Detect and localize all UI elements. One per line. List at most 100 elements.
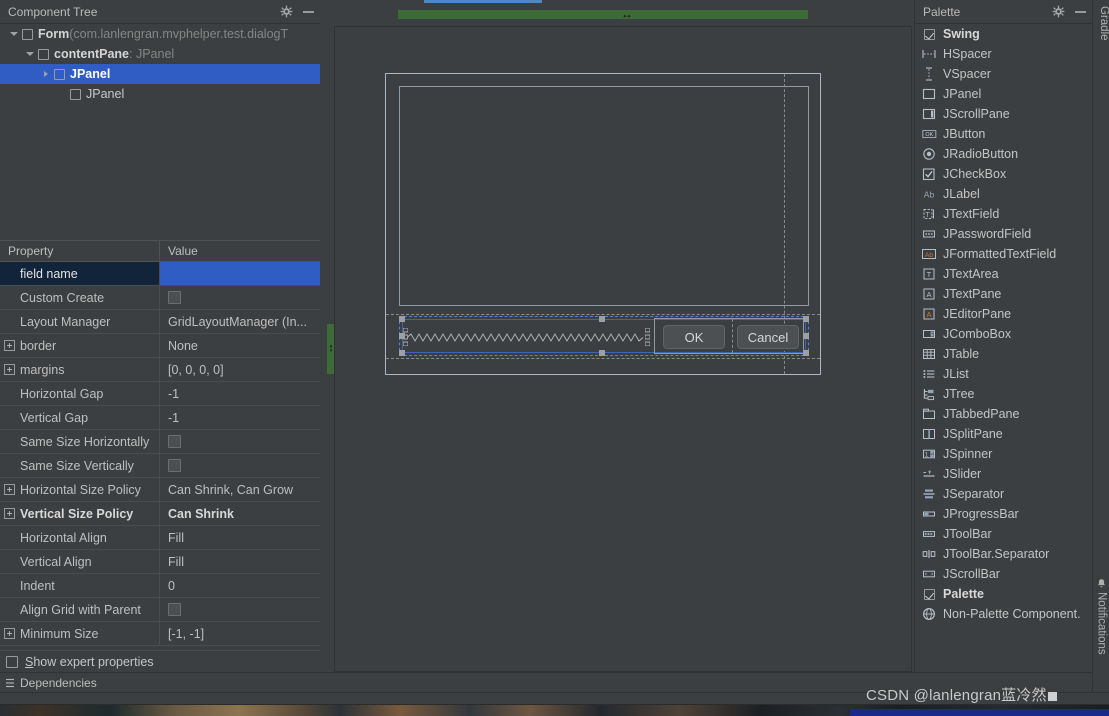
property-value-cell[interactable]: Fill xyxy=(160,550,320,573)
expand-plus-icon[interactable] xyxy=(4,340,15,351)
minimize-icon[interactable] xyxy=(1075,6,1086,17)
tree-node-jpanel-selected[interactable]: JPanel xyxy=(0,64,320,84)
resize-handle[interactable] xyxy=(803,333,809,339)
palette-item-jcheckbox[interactable]: JCheckBox xyxy=(915,164,1093,184)
cancel-button[interactable]: Cancel xyxy=(737,325,799,349)
property-value-cell[interactable]: [0, 0, 0, 0] xyxy=(160,358,320,381)
palette-group-palette[interactable]: Palette xyxy=(915,584,1093,604)
expand-plus-icon[interactable] xyxy=(4,508,15,519)
palette-item-jformattedtextfield[interactable]: Ab JFormattedTextField xyxy=(915,244,1093,264)
palette-item-jtextpane[interactable]: A JTextPane xyxy=(915,284,1093,304)
palette-item-jpanel[interactable]: JPanel xyxy=(915,84,1093,104)
tree-node-checkbox[interactable] xyxy=(22,28,33,40)
property-value-editor[interactable] xyxy=(160,262,320,285)
component-tree-body[interactable]: Form (com.lanlengran.mvphelper.test.dial… xyxy=(0,24,320,239)
chevron-down-icon[interactable] xyxy=(22,44,38,64)
property-value-cell[interactable]: Can Shrink xyxy=(160,502,320,525)
tree-node-checkbox[interactable] xyxy=(38,48,49,60)
palette-item-jsplitpane[interactable]: JSplitPane xyxy=(915,424,1093,444)
palette-item-jscrollbar[interactable]: JScrollBar xyxy=(915,564,1093,584)
canvas-top-splitter[interactable]: ↔ xyxy=(398,8,808,21)
table-row[interactable]: Indent 0 xyxy=(0,574,320,598)
align-grid-with-parent-checkbox[interactable] xyxy=(168,603,181,616)
gradle-tool-button[interactable]: Gradle xyxy=(1093,6,1109,41)
palette-item-vspacer[interactable]: VSpacer xyxy=(915,64,1093,84)
form-root-container[interactable]: OK Cancel xyxy=(385,73,821,375)
resize-handle[interactable] xyxy=(803,350,809,356)
notifications-tool-button[interactable]: Notifications xyxy=(1093,578,1109,655)
palette-item-jpasswordfield[interactable]: JPasswordField xyxy=(915,224,1093,244)
table-row[interactable]: Same Size Vertically xyxy=(0,454,320,478)
resize-handle[interactable] xyxy=(399,350,405,356)
minimize-icon[interactable] xyxy=(303,6,314,17)
palette-item-jtree[interactable]: JTree xyxy=(915,384,1093,404)
table-row[interactable]: Minimum Size [-1, -1] xyxy=(0,622,320,646)
button-row-region[interactable]: OK Cancel xyxy=(399,316,809,356)
same-size-vertically-checkbox[interactable] xyxy=(168,459,181,472)
expand-plus-icon[interactable] xyxy=(4,628,15,639)
form-design-canvas[interactable]: OK Cancel xyxy=(334,26,912,672)
palette-item-hspacer[interactable]: HSpacer xyxy=(915,44,1093,64)
palette-item-jtabbedpane[interactable]: JTabbedPane xyxy=(915,404,1093,424)
gear-icon[interactable] xyxy=(1052,5,1065,18)
property-value-cell[interactable] xyxy=(160,286,320,309)
table-row[interactable]: Same Size Horizontally xyxy=(0,430,320,454)
property-value-cell[interactable]: [-1, -1] xyxy=(160,622,320,645)
palette-group-swing[interactable]: Swing xyxy=(915,24,1093,44)
property-value-cell[interactable] xyxy=(160,454,320,477)
palette-item-jeditorpane[interactable]: A JEditorPane xyxy=(915,304,1093,324)
palette-item-jscrollpane[interactable]: JScrollPane xyxy=(915,104,1093,124)
ok-button[interactable]: OK xyxy=(663,325,725,349)
expand-plus-icon[interactable] xyxy=(4,364,15,375)
property-value-cell[interactable]: -1 xyxy=(160,406,320,429)
property-table-body[interactable]: field name Custom Create Layout Manager xyxy=(0,262,320,646)
palette-item-jslider[interactable]: JSlider xyxy=(915,464,1093,484)
property-value-cell[interactable]: -1 xyxy=(160,382,320,405)
palette-item-jtextarea[interactable]: T JTextArea xyxy=(915,264,1093,284)
tree-node-checkbox[interactable] xyxy=(70,88,81,100)
table-row[interactable]: Align Grid with Parent xyxy=(0,598,320,622)
table-row[interactable]: margins [0, 0, 0, 0] xyxy=(0,358,320,382)
tree-node-form[interactable]: Form (com.lanlengran.mvphelper.test.dial… xyxy=(0,24,320,44)
tree-node-checkbox[interactable] xyxy=(54,68,65,80)
property-value-cell[interactable]: Can Shrink, Can Grow xyxy=(160,478,320,501)
property-value-cell[interactable]: Fill xyxy=(160,526,320,549)
table-row[interactable]: Horizontal Size Policy Can Shrink, Can G… xyxy=(0,478,320,502)
resize-handle[interactable] xyxy=(399,333,405,339)
table-row[interactable]: field name xyxy=(0,262,320,286)
table-row[interactable]: Vertical Gap -1 xyxy=(0,406,320,430)
palette-item-jlabel[interactable]: Ab JLabel xyxy=(915,184,1093,204)
gear-icon[interactable] xyxy=(280,5,293,18)
table-row[interactable]: Vertical Size Policy Can Shrink xyxy=(0,502,320,526)
table-row[interactable]: Horizontal Align Fill xyxy=(0,526,320,550)
palette-item-jseparator[interactable]: JSeparator xyxy=(915,484,1093,504)
tree-node-jpanel[interactable]: JPanel xyxy=(0,84,320,104)
palette-item-jprogressbar[interactable]: JProgressBar xyxy=(915,504,1093,524)
table-row[interactable]: border None xyxy=(0,334,320,358)
table-row[interactable]: Horizontal Gap -1 xyxy=(0,382,320,406)
resize-handle[interactable] xyxy=(399,316,405,322)
resize-handle[interactable] xyxy=(803,316,809,322)
table-row[interactable]: Custom Create xyxy=(0,286,320,310)
custom-create-checkbox[interactable] xyxy=(168,291,181,304)
chevron-down-icon[interactable] xyxy=(6,24,22,44)
palette-item-non-palette-component[interactable]: Non-Palette Component. xyxy=(915,604,1093,624)
palette-item-jlist[interactable]: JList xyxy=(915,364,1093,384)
palette-item-jradiobutton[interactable]: JRadioButton xyxy=(915,144,1093,164)
table-row[interactable]: Vertical Align Fill xyxy=(0,550,320,574)
palette-item-jspinner[interactable]: 1 JSpinner xyxy=(915,444,1093,464)
property-value-cell[interactable]: None xyxy=(160,334,320,357)
contentpane-top-jpanel[interactable] xyxy=(399,86,809,306)
palette-item-jcombobox[interactable]: JComboBox xyxy=(915,324,1093,344)
property-value-cell[interactable] xyxy=(160,430,320,453)
palette-item-jtextfield[interactable]: T JTextField xyxy=(915,204,1093,224)
palette-item-list[interactable]: Swing HSpacer VSpacer JPanel JScrollPane… xyxy=(915,24,1093,672)
table-row[interactable]: Layout Manager GridLayoutManager (In... xyxy=(0,310,320,334)
palette-item-jtoolbar-separator[interactable]: JToolBar.Separator xyxy=(915,544,1093,564)
tree-node-contentpane[interactable]: contentPane : JPanel xyxy=(0,44,320,64)
show-expert-properties-row[interactable]: Show expert properties xyxy=(0,650,320,672)
ok-cancel-button-group[interactable]: OK Cancel xyxy=(654,318,804,354)
property-value-cell[interactable]: GridLayoutManager (In... xyxy=(160,310,320,333)
palette-item-jbutton[interactable]: OK JButton xyxy=(915,124,1093,144)
property-value-cell[interactable]: 0 xyxy=(160,574,320,597)
